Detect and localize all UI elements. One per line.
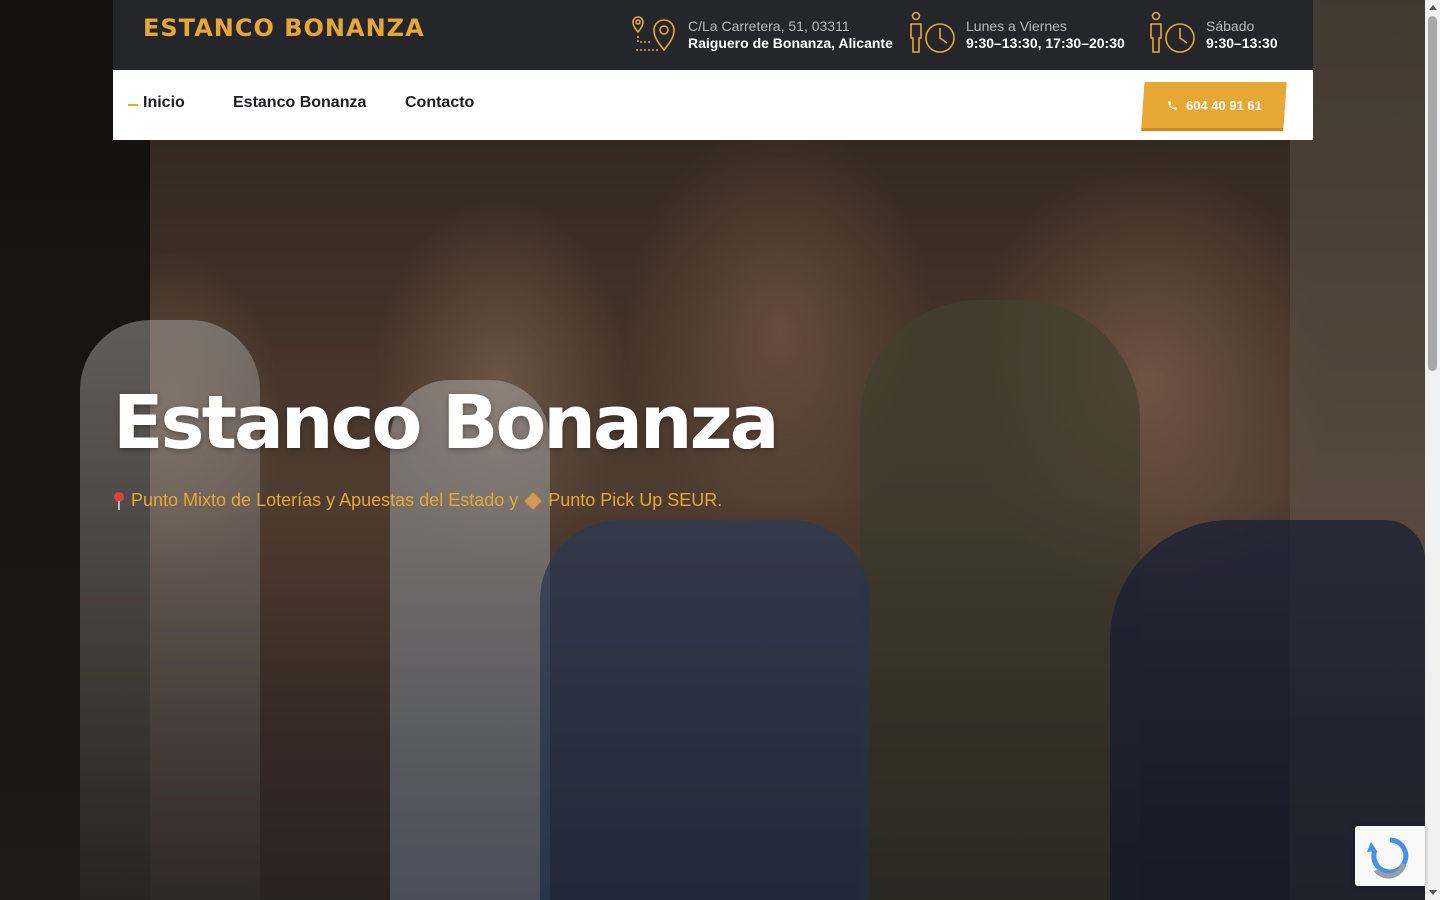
weekday-label: Lunes a Viernes (966, 18, 1067, 34)
saturday-hours: 9:30–13:30 (1206, 35, 1278, 51)
map-pin-icon (632, 16, 675, 52)
phone-number: 604 40 91 61 (1185, 97, 1262, 113)
page-scrollbar[interactable] (1425, 0, 1440, 900)
nav-item-estanco-bonanza[interactable]: Estanco Bonanza (233, 94, 366, 112)
phone-icon (1167, 100, 1177, 110)
address-line2: Raiguero de Bonanza, Alicante (688, 35, 893, 51)
person-clock-icon (910, 11, 955, 53)
site-logo[interactable]: ESTANCO BONANZA (143, 14, 425, 42)
scroll-down-arrow-icon[interactable] (1425, 886, 1440, 900)
hero-subtitle: Punto Mixto de Loterías y Apuestas del E… (113, 490, 722, 511)
package-icon (523, 490, 544, 511)
hero-subtitle-part2: Punto Pick Up SEUR. (548, 490, 723, 510)
phone-call-button[interactable]: 604 40 91 61 (1141, 82, 1287, 128)
top-info-bar: ESTANCO BONANZA C/La Carretera, 51, 0331… (113, 0, 1313, 70)
recaptcha-badge[interactable] (1355, 826, 1425, 886)
person-clock-icon (1150, 11, 1195, 53)
nav-item-inicio[interactable]: Inicio (128, 94, 185, 112)
hero-title: Estanco Bonanza (113, 380, 780, 466)
weekday-hours: 9:30–13:30, 17:30–20:30 (966, 35, 1125, 51)
recaptcha-icon (1367, 837, 1409, 879)
round-pushpin-icon (113, 491, 125, 510)
address-line1: C/La Carretera, 51, 03311 (688, 18, 850, 34)
hero-subtitle-part1: Punto Mixto de Loterías y Apuestas del E… (131, 490, 519, 510)
scroll-up-arrow-icon[interactable] (1425, 0, 1440, 14)
nav-item-contacto[interactable]: Contacto (405, 94, 474, 112)
saturday-label: Sábado (1206, 18, 1255, 34)
scrollbar-thumb[interactable] (1428, 16, 1437, 371)
main-navigation: Inicio Estanco Bonanza Contacto 604 40 9… (113, 70, 1313, 140)
